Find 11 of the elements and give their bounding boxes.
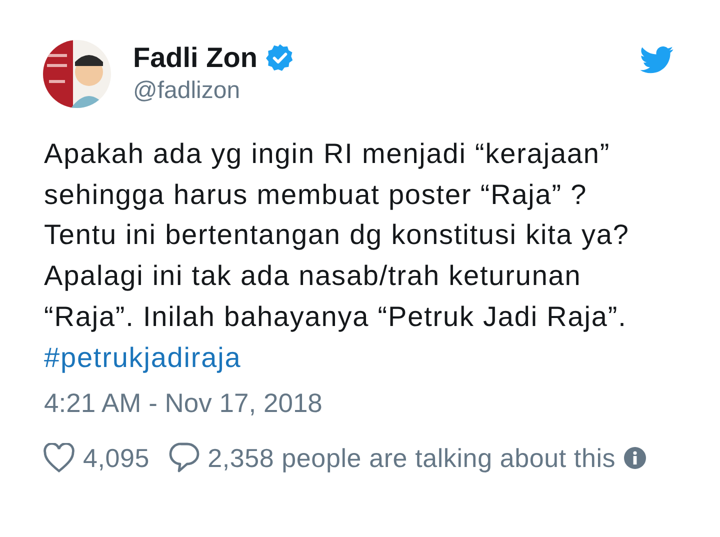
talking-count: 2,358 people are talking about this bbox=[208, 443, 616, 474]
hashtag-link[interactable]: #petrukjadiraja bbox=[44, 338, 242, 378]
author-name[interactable]: Fadli Zon bbox=[133, 40, 258, 76]
heart-icon[interactable] bbox=[43, 443, 75, 474]
tweet-timestamp[interactable]: 4:21 AM - Nov 17, 2018 bbox=[44, 386, 676, 420]
like-count: 4,095 bbox=[83, 443, 150, 474]
info-icon[interactable] bbox=[624, 447, 646, 470]
author-handle[interactable]: @fadlizon bbox=[133, 76, 296, 106]
tweet-text: Apakah ada yg ingin RI menjadi “kerajaan” sehingga harus membuat poster “Raja” ? Tentu ini bertentangan dg konstitusi kita ya? Apalagi ini tak ada nasab/trah keturunan “Raja”. Inilah bahayanya “Petruk Jadi Raja”. bbox=[44, 137, 630, 334]
bird-icon[interactable] bbox=[640, 46, 674, 74]
speech-bubble-icon[interactable] bbox=[168, 442, 200, 474]
